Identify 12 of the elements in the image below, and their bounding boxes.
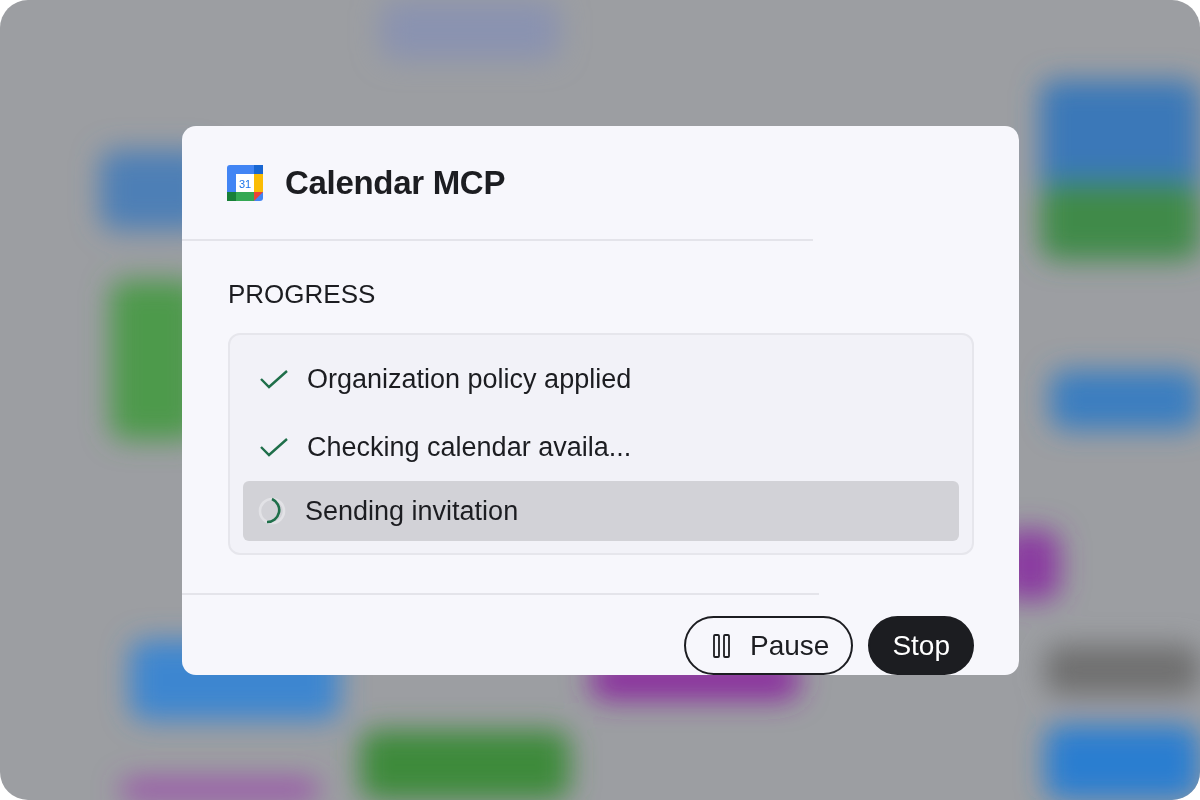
spinner-icon: [257, 496, 287, 526]
step-label: Checking calendar availa...: [307, 431, 632, 463]
checkmark-icon: [259, 436, 289, 458]
pause-icon: [712, 633, 732, 658]
dialog-title: Calendar MCP: [285, 164, 506, 202]
step-label: Organization policy applied: [307, 363, 632, 395]
stop-button[interactable]: Stop: [868, 616, 974, 675]
checkmark-icon: [259, 368, 289, 390]
pause-button[interactable]: Pause: [684, 616, 854, 675]
section-label: PROGRESS: [228, 279, 377, 309]
step-label: Sending invitation: [305, 495, 519, 527]
calendar-icon: 31: [227, 165, 263, 201]
